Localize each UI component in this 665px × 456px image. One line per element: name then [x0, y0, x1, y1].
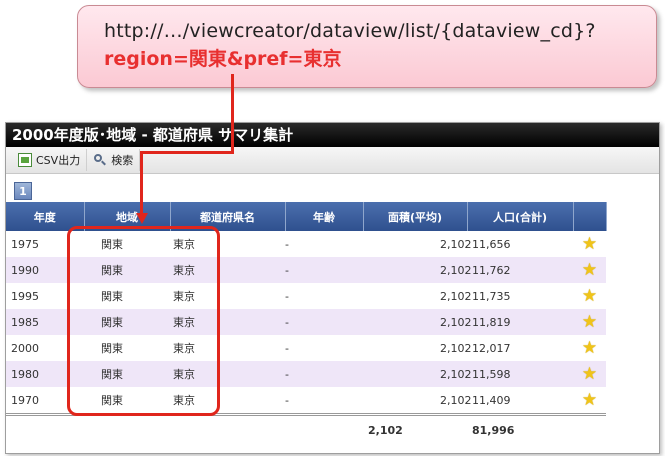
cell-age: - [285, 309, 363, 335]
cell-area: 2,102 [440, 393, 472, 407]
cell-population: 11,735 [472, 289, 511, 303]
favorite-cell: ★ [573, 387, 606, 415]
search-button[interactable]: 検索 [87, 149, 141, 171]
star-icon[interactable]: ★ [582, 313, 597, 331]
star-icon[interactable]: ★ [582, 235, 597, 253]
annotation-arrow-vertical [231, 74, 234, 154]
cell-age: - [285, 257, 363, 283]
footer-population: 81,996 [467, 413, 573, 444]
favorite-cell: ★ [573, 335, 606, 361]
cell-population: 11,598 [467, 361, 573, 387]
star-icon[interactable]: ★ [582, 339, 597, 357]
cell-area: 2,102 [440, 289, 472, 303]
annotation-arrow-head [136, 213, 148, 224]
callout-params: region=関東&pref=東京 [104, 48, 342, 70]
cell-age: - [285, 361, 363, 387]
cell-population: 11,409 [472, 393, 511, 407]
cell-age: - [285, 393, 289, 407]
star-icon[interactable]: ★ [582, 365, 597, 383]
favorite-cell: ★ [573, 283, 606, 309]
star-icon[interactable]: ★ [582, 287, 597, 305]
star-icon[interactable]: ★ [582, 391, 597, 409]
favorite-cell: ★ [573, 231, 606, 257]
window-title: 2000年度版･地域 - 都道府県 サマリ集計 [6, 123, 659, 147]
cell-area: 2,102 [363, 257, 472, 283]
star-icon[interactable]: ★ [582, 261, 597, 279]
cell-population: 11,819 [467, 309, 573, 335]
cell-population: 12,017 [472, 341, 511, 355]
footer-area: 2,102 [363, 413, 467, 444]
search-icon [93, 153, 107, 167]
favorite-cell: ★ [573, 361, 606, 387]
cell-population: 11,762 [467, 257, 573, 283]
cell-age: - [285, 237, 289, 251]
annotation-arrow-down [140, 151, 143, 215]
csv-icon [18, 153, 32, 167]
toolbar: CSV出力 検索 [6, 147, 659, 174]
cell-area: 2,102 [440, 341, 472, 355]
cell-age: - [285, 341, 289, 355]
search-label: 検索 [111, 154, 134, 167]
table-footer-row: 2,102 81,996 [6, 413, 606, 444]
annotation-arrow-horizontal [140, 151, 234, 154]
cell-area: 2,102 [363, 309, 472, 335]
annotation-highlight-box [67, 226, 220, 416]
callout-url: http://…/viewcreator/dataview/list/{data… [104, 20, 596, 42]
cell-area: 2,102 [363, 361, 472, 387]
cell-age: - [285, 289, 289, 303]
favorite-cell: ★ [573, 309, 606, 335]
favorite-cell: ★ [573, 257, 606, 283]
cell-population: 11,656 [472, 237, 511, 251]
csv-export-label: CSV出力 [36, 154, 81, 167]
header-favorite [573, 202, 607, 231]
header-population-sum[interactable]: 人口(合計) [467, 202, 574, 231]
url-callout: http://…/viewcreator/dataview/list/{data… [77, 5, 657, 88]
cell-area: 2,102 [440, 237, 472, 251]
page-button-1[interactable]: 1 [14, 182, 32, 200]
csv-export-button[interactable]: CSV出力 [12, 149, 88, 171]
header-age[interactable]: 年齢 [285, 202, 364, 231]
header-area-avg[interactable]: 面積(平均) [363, 202, 468, 231]
pager: 1 [6, 174, 659, 202]
